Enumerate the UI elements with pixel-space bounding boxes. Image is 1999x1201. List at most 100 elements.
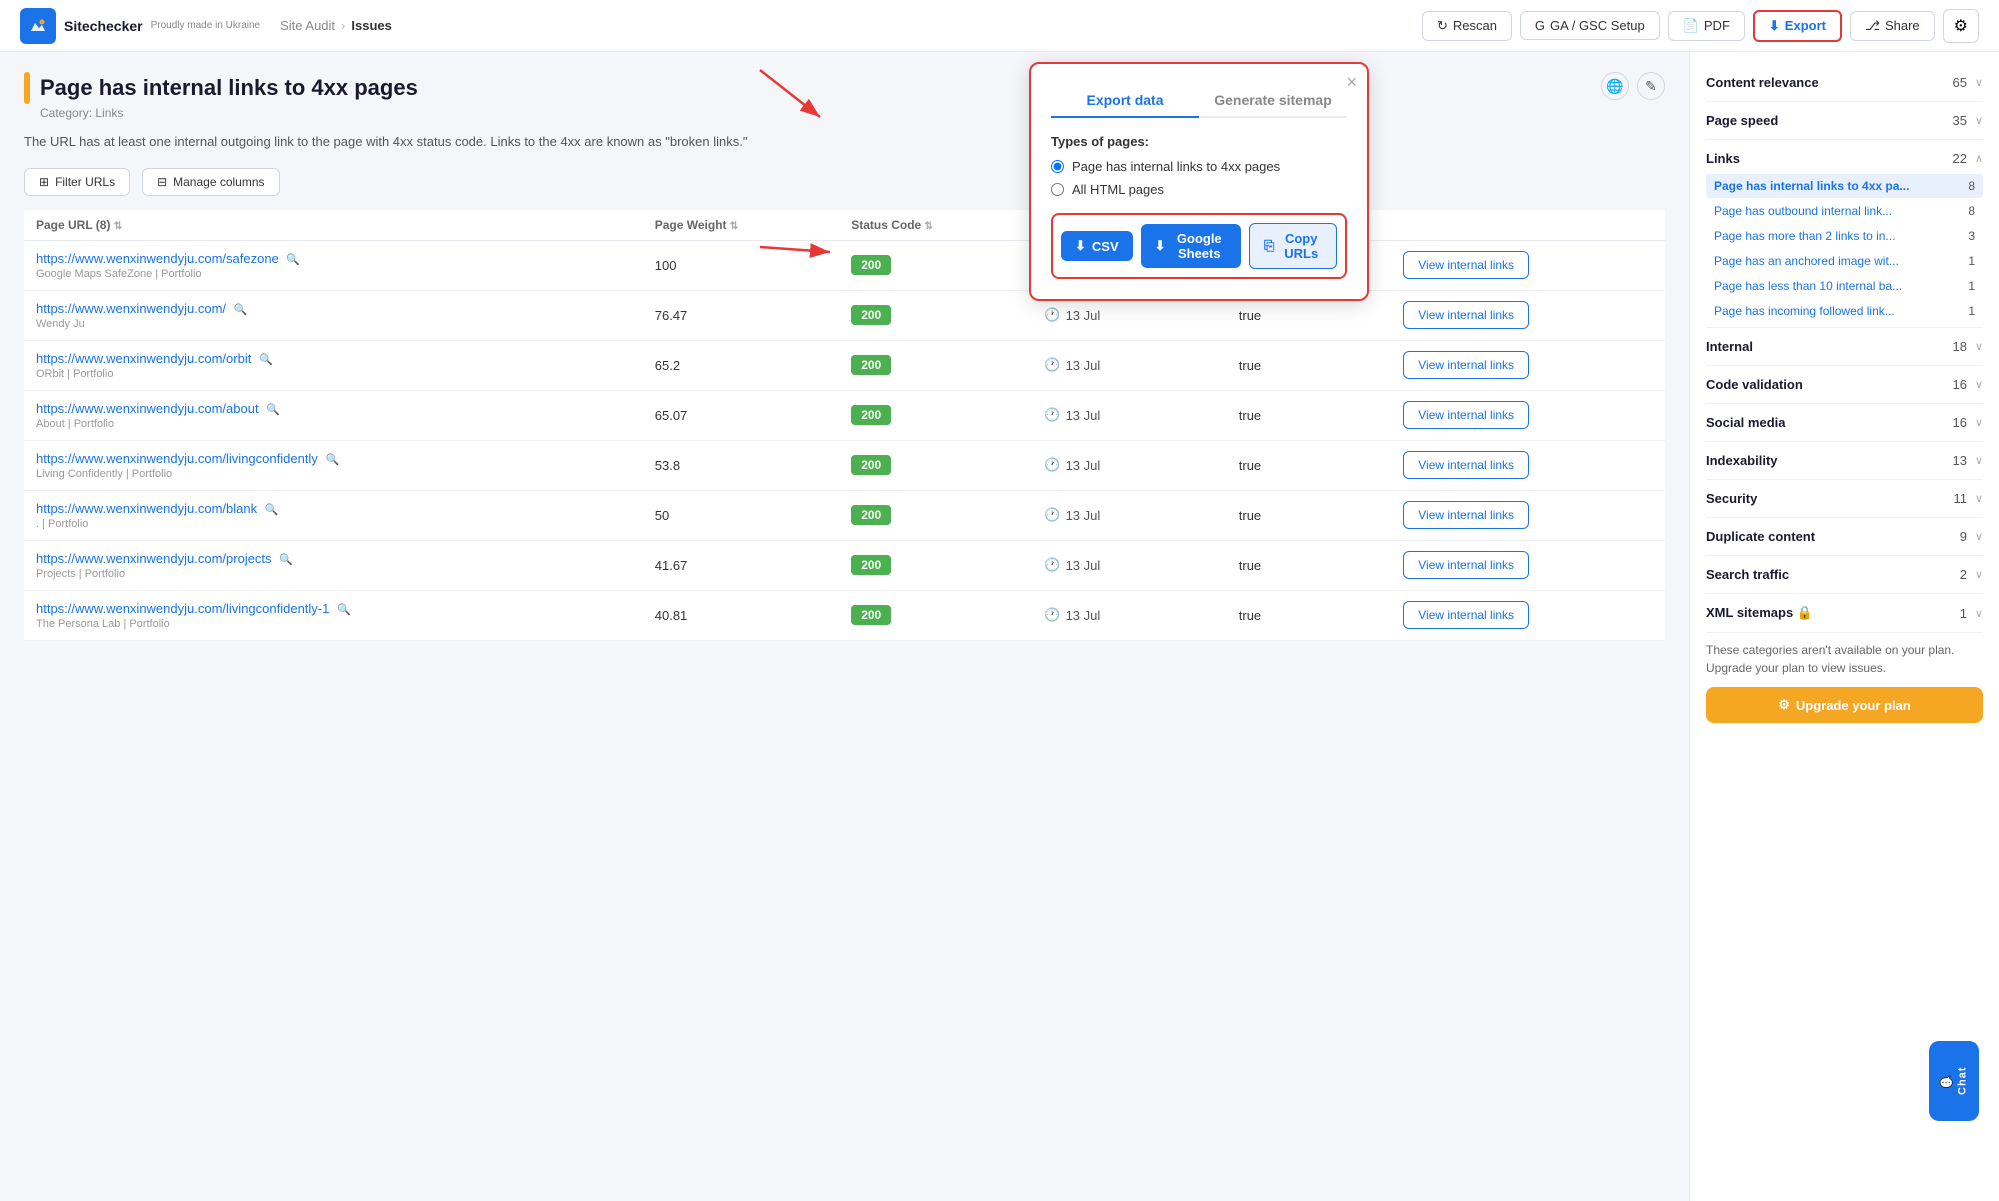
sidebar-category-duplicate-content[interactable]: Duplicate content 9 ∨ bbox=[1706, 522, 1983, 551]
category-label: Internal bbox=[1706, 339, 1753, 354]
cell-date: 🕐 13 Jul bbox=[1032, 340, 1226, 390]
sidebar-category-security[interactable]: Security 11 ∨ bbox=[1706, 484, 1983, 513]
sidebar-category-xml-sitemaps-🔒[interactable]: XML sitemaps 🔒 1 ∨ bbox=[1706, 598, 1983, 628]
url-link[interactable]: https://www.wenxinwendyju.com/orbit bbox=[36, 351, 251, 366]
url-link[interactable]: https://www.wenxinwendyju.com/safezone bbox=[36, 251, 279, 266]
google-sheets-button[interactable]: ⬇ Google Sheets bbox=[1141, 224, 1241, 268]
ga-icon: G bbox=[1535, 18, 1545, 33]
settings-button[interactable]: ⚙ bbox=[1943, 9, 1979, 43]
chat-widget[interactable]: 💬 Chat bbox=[1929, 1041, 1979, 1121]
search-icon-inline[interactable]: 🔍 bbox=[259, 354, 273, 366]
sidebar-item-label: Page has an anchored image wit... bbox=[1714, 254, 1899, 268]
sidebar-item[interactable]: Page has an anchored image wit... 1 bbox=[1706, 249, 1983, 273]
cell-indexability: true bbox=[1227, 440, 1391, 490]
view-internal-links-button[interactable]: View internal links bbox=[1403, 601, 1529, 629]
filter-urls-button[interactable]: ⊞ Filter URLs bbox=[24, 168, 130, 196]
view-internal-links-button[interactable]: View internal links bbox=[1403, 501, 1529, 529]
sidebar-item[interactable]: Page has internal links to 4xx pa... 8 bbox=[1706, 174, 1983, 198]
category-label: Code validation bbox=[1706, 377, 1803, 392]
sidebar-item[interactable]: Page has outbound internal link... 8 bbox=[1706, 199, 1983, 223]
search-icon-inline[interactable]: 🔍 bbox=[234, 304, 248, 316]
pdf-button[interactable]: 📄 PDF bbox=[1668, 11, 1745, 41]
search-icon-inline[interactable]: 🔍 bbox=[337, 604, 351, 616]
sidebar-category-page-speed[interactable]: Page speed 35 ∨ bbox=[1706, 106, 1983, 135]
sidebar-category-content-relevance[interactable]: Content relevance 65 ∨ bbox=[1706, 68, 1983, 97]
share-button[interactable]: ⎇ Share bbox=[1850, 11, 1935, 41]
sidebar-category-code-validation[interactable]: Code validation 16 ∨ bbox=[1706, 370, 1983, 399]
sidebar-item[interactable]: Page has more than 2 links to in... 3 bbox=[1706, 224, 1983, 248]
view-internal-links-button[interactable]: View internal links bbox=[1403, 551, 1529, 579]
sidebar-item-label: Page has internal links to 4xx pa... bbox=[1714, 179, 1909, 193]
edit-icon[interactable]: ✎ bbox=[1637, 72, 1665, 100]
radio-all-html[interactable] bbox=[1051, 183, 1064, 196]
cell-date: 🕐 13 Jul bbox=[1032, 390, 1226, 440]
sidebar-category-indexability[interactable]: Indexability 13 ∨ bbox=[1706, 446, 1983, 475]
category-count: 11 bbox=[1953, 491, 1967, 506]
date-icon: 🕐 bbox=[1044, 357, 1060, 373]
upgrade-note: These categories aren't available on you… bbox=[1706, 641, 1983, 677]
category-label: Social media bbox=[1706, 415, 1785, 430]
earth-icon[interactable]: 🌐 bbox=[1601, 72, 1629, 100]
search-icon-inline[interactable]: 🔍 bbox=[265, 504, 279, 516]
radio-internal-links[interactable] bbox=[1051, 160, 1064, 173]
logo[interactable]: Sitechecker Proudly made in Ukraine bbox=[20, 8, 260, 44]
status-badge: 200 bbox=[851, 505, 891, 525]
table-row: https://www.wenxinwendyju.com/orbit 🔍 OR… bbox=[24, 340, 1665, 390]
tab-generate-sitemap[interactable]: Generate sitemap bbox=[1199, 84, 1347, 118]
download-icon: ⬇ bbox=[1075, 238, 1086, 254]
url-link[interactable]: https://www.wenxinwendyju.com/blank bbox=[36, 501, 257, 516]
sidebar-item[interactable]: Page has incoming followed link... 1 bbox=[1706, 299, 1983, 323]
view-internal-links-button[interactable]: View internal links bbox=[1403, 301, 1529, 329]
rescan-button[interactable]: ↻ Rescan bbox=[1422, 11, 1512, 41]
tab-export-data[interactable]: Export data bbox=[1051, 84, 1199, 118]
view-internal-links-button[interactable]: View internal links bbox=[1403, 251, 1529, 279]
sidebar-item-label: Page has less than 10 internal ba... bbox=[1714, 279, 1902, 293]
col-status[interactable]: Status Code ⇅ bbox=[839, 210, 1032, 241]
url-link[interactable]: https://www.wenxinwendyju.com/projects bbox=[36, 551, 272, 566]
status-badge: 200 bbox=[851, 555, 891, 575]
upgrade-plan-button[interactable]: ⚙ Upgrade your plan bbox=[1706, 687, 1983, 723]
view-internal-links-button[interactable]: View internal links bbox=[1403, 351, 1529, 379]
issues-table: Page URL (8) ⇅ Page Weight ⇅ Status Code… bbox=[24, 210, 1665, 641]
logo-title: Sitechecker bbox=[64, 18, 143, 34]
columns-icon: ⊟ bbox=[157, 175, 167, 189]
copy-icon: ⎘ bbox=[1264, 238, 1274, 254]
export-button[interactable]: ⬇ Export bbox=[1753, 10, 1842, 42]
cell-url: https://www.wenxinwendyju.com/livingconf… bbox=[24, 590, 643, 640]
ga-gsc-button[interactable]: G GA / GSC Setup bbox=[1520, 11, 1660, 40]
csv-label: CSV bbox=[1092, 239, 1119, 254]
cell-url: https://www.wenxinwendyju.com/blank 🔍 . … bbox=[24, 490, 643, 540]
view-internal-links-button[interactable]: View internal links bbox=[1403, 401, 1529, 429]
url-link[interactable]: https://www.wenxinwendyju.com/livingconf… bbox=[36, 601, 329, 616]
sidebar-category-social-media[interactable]: Social media 16 ∨ bbox=[1706, 408, 1983, 437]
sidebar-item[interactable]: Page has less than 10 internal ba... 1 bbox=[1706, 274, 1983, 298]
csv-button[interactable]: ⬇ CSV bbox=[1061, 231, 1133, 261]
breadcrumb-parent[interactable]: Site Audit bbox=[280, 18, 335, 33]
search-icon-inline[interactable]: 🔍 bbox=[325, 454, 339, 466]
search-icon-inline[interactable]: 🔍 bbox=[279, 554, 293, 566]
cell-indexability: true bbox=[1227, 540, 1391, 590]
export-popup: × Export data Generate sitemap Types of … bbox=[1029, 62, 1369, 301]
sidebar-category-search-traffic[interactable]: Search traffic 2 ∨ bbox=[1706, 560, 1983, 589]
date-value: 13 Jul bbox=[1066, 608, 1101, 623]
search-icon-inline[interactable]: 🔍 bbox=[286, 254, 300, 266]
sidebar-category-links[interactable]: Links 22 ∧ bbox=[1706, 144, 1983, 173]
date-icon: 🕐 bbox=[1044, 457, 1060, 473]
sidebar-item-label: Page has incoming followed link... bbox=[1714, 304, 1895, 318]
status-badge: 200 bbox=[851, 355, 891, 375]
url-link[interactable]: https://www.wenxinwendyju.com/ bbox=[36, 301, 226, 316]
col-url[interactable]: Page URL (8) ⇅ bbox=[24, 210, 643, 241]
radio2-label[interactable]: All HTML pages bbox=[1072, 182, 1164, 197]
popup-close-button[interactable]: × bbox=[1346, 72, 1357, 93]
view-internal-links-button[interactable]: View internal links bbox=[1403, 451, 1529, 479]
radio1-label[interactable]: Page has internal links to 4xx pages bbox=[1072, 159, 1280, 174]
search-icon-inline[interactable]: 🔍 bbox=[266, 404, 280, 416]
cell-status: 200 bbox=[839, 240, 1032, 290]
manage-columns-button[interactable]: ⊟ Manage columns bbox=[142, 168, 279, 196]
date-value: 13 Jul bbox=[1066, 358, 1101, 373]
url-link[interactable]: https://www.wenxinwendyju.com/about bbox=[36, 401, 259, 416]
url-link[interactable]: https://www.wenxinwendyju.com/livingconf… bbox=[36, 451, 318, 466]
col-weight[interactable]: Page Weight ⇅ bbox=[643, 210, 839, 241]
copy-urls-button[interactable]: ⎘ Copy URLs bbox=[1249, 223, 1337, 269]
sidebar-category-internal[interactable]: Internal 18 ∨ bbox=[1706, 332, 1983, 361]
